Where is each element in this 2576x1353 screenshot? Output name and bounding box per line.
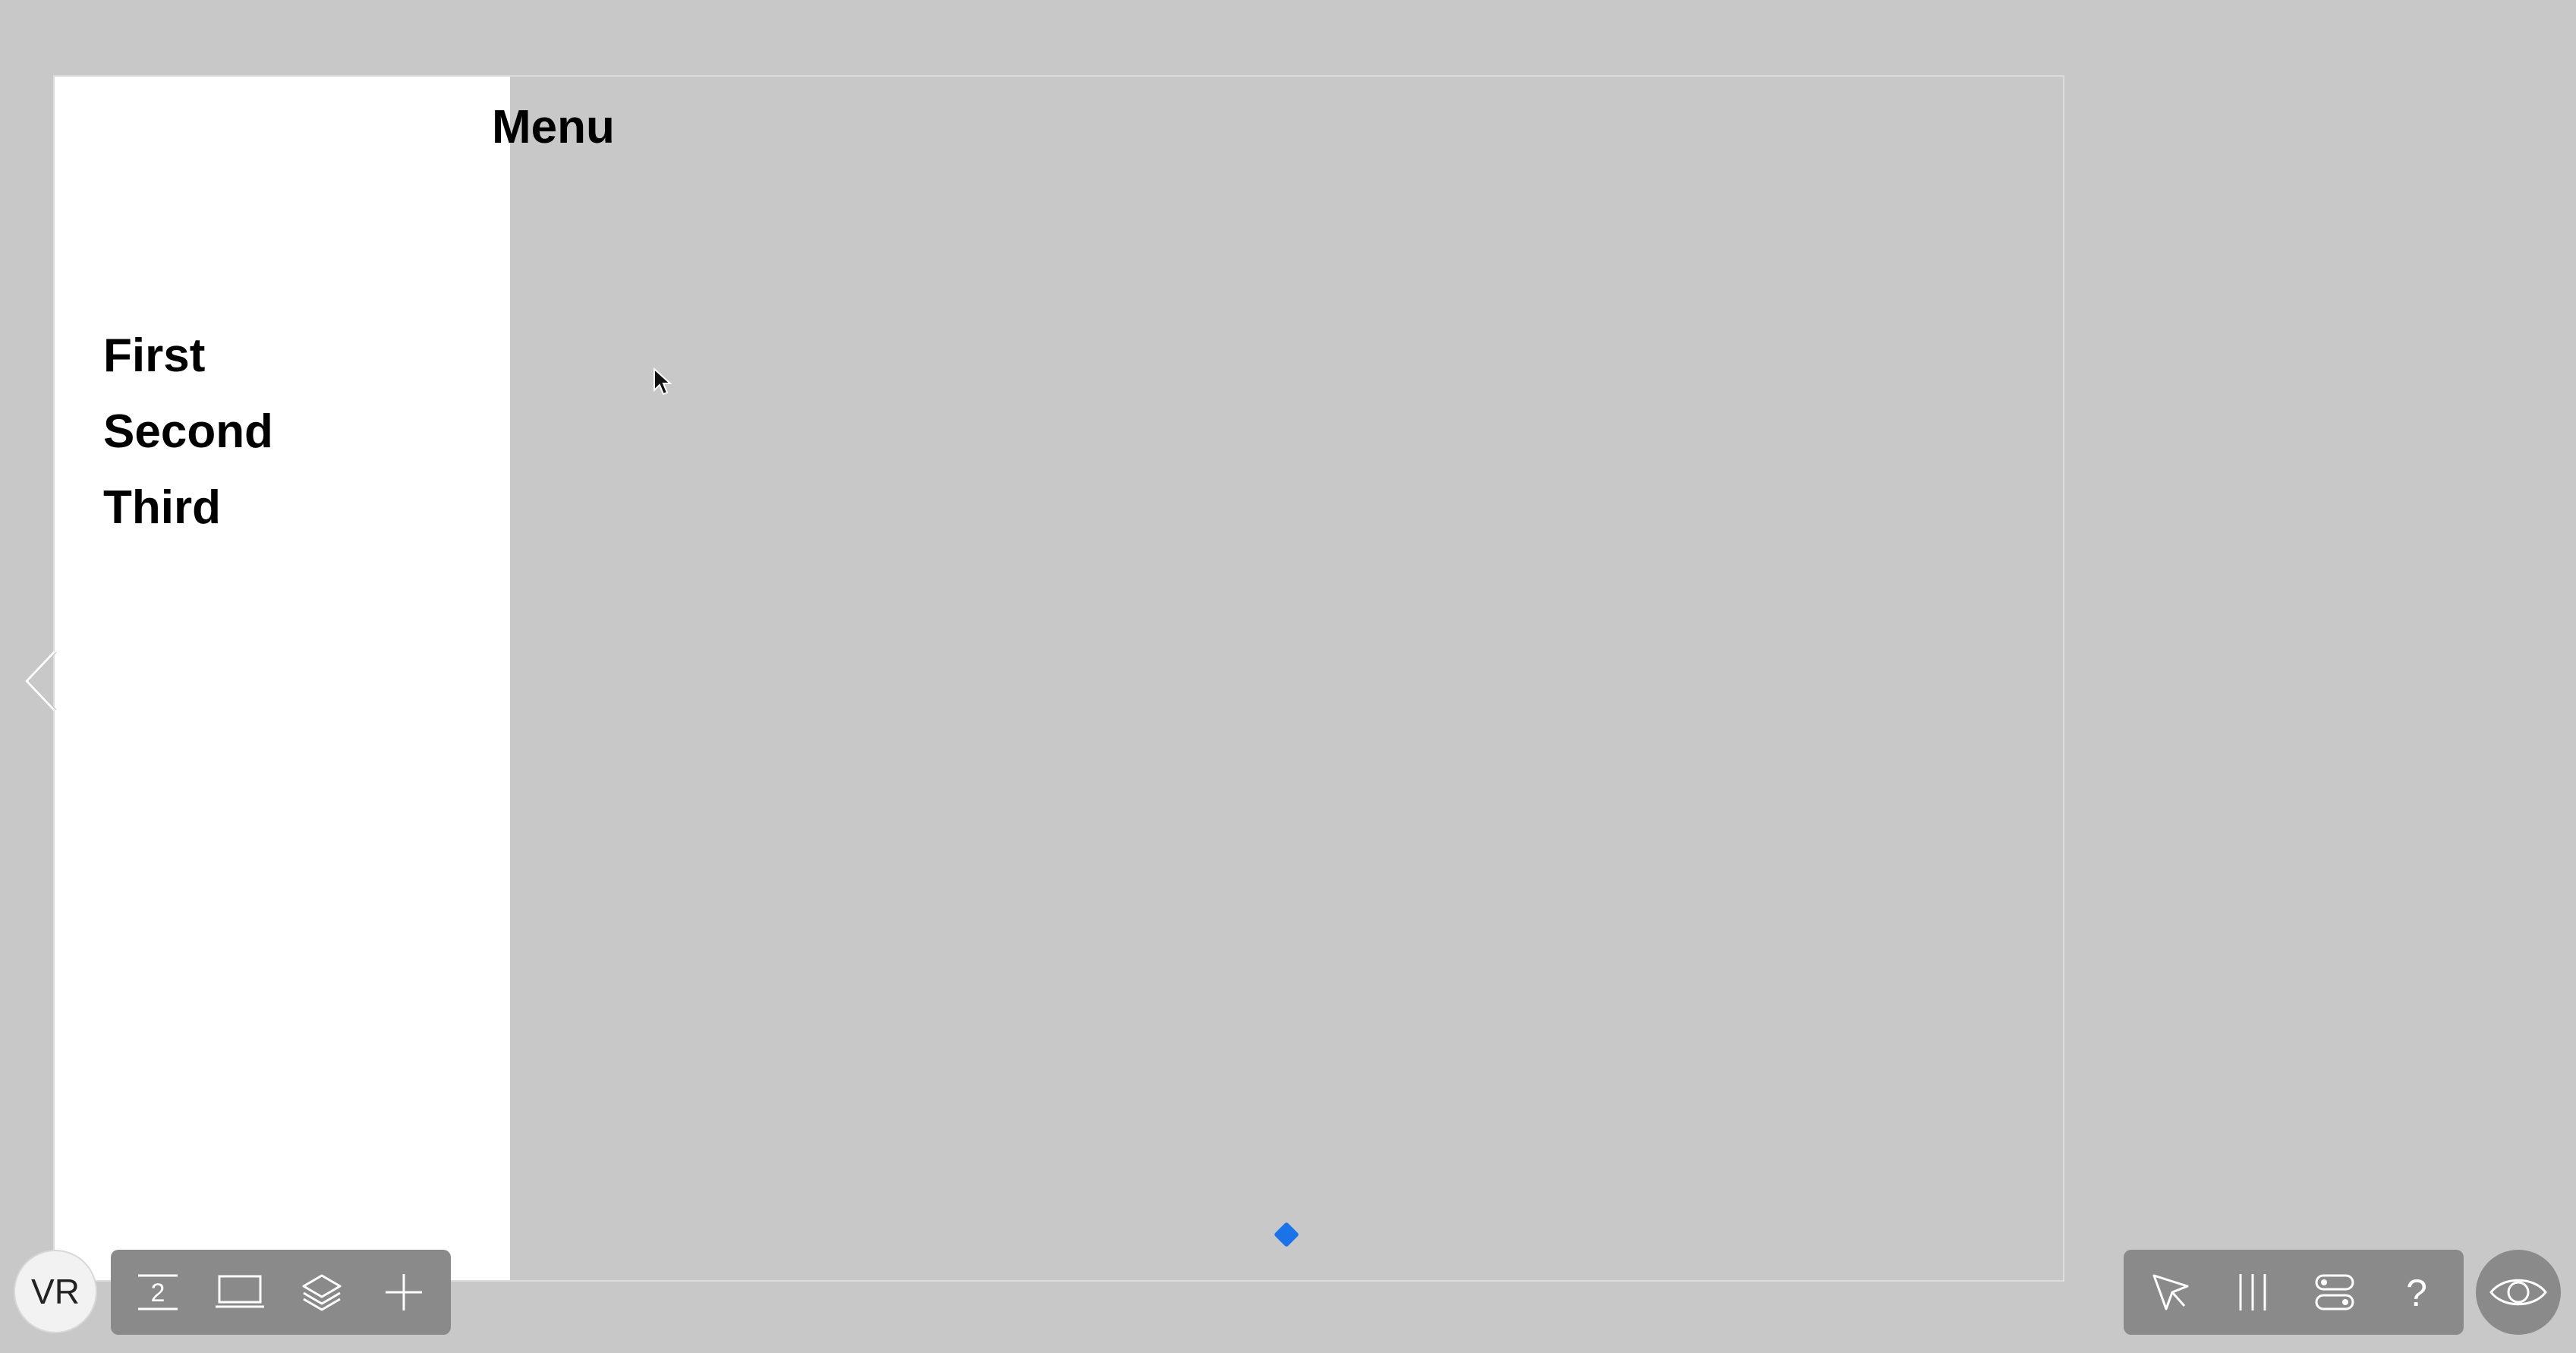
page-number-label: 2 (151, 1279, 165, 1307)
avatar[interactable]: VR (14, 1250, 97, 1333)
columns-icon[interactable] (2216, 1256, 2289, 1329)
page-number-icon[interactable]: 2 (121, 1256, 194, 1329)
sidebar-panel: First Second Third (55, 77, 510, 1280)
layers-icon[interactable] (285, 1256, 358, 1329)
preview-button[interactable] (2476, 1250, 2561, 1335)
sidebar-item-first[interactable]: First (103, 318, 273, 394)
prototype-canvas: First Second Third (53, 75, 2064, 1282)
help-glyph: ? (2406, 1272, 2427, 1314)
help-icon[interactable]: ? (2380, 1256, 2453, 1329)
mouse-cursor-icon (653, 367, 672, 400)
chevron-left-icon[interactable] (23, 649, 59, 717)
toggles-icon[interactable] (2298, 1256, 2371, 1329)
left-toolbar: 2 (111, 1250, 451, 1335)
pointer-icon[interactable] (2134, 1256, 2207, 1329)
sidebar-menu: First Second Third (103, 318, 273, 546)
add-icon[interactable] (367, 1256, 440, 1329)
right-toolbar: ? (2124, 1250, 2464, 1335)
eye-icon (2489, 1279, 2547, 1306)
sidebar-item-second[interactable]: Second (103, 394, 273, 470)
device-frame-icon[interactable] (203, 1256, 276, 1329)
sidebar-item-third[interactable]: Third (103, 470, 273, 546)
page-title: Menu (492, 101, 615, 153)
